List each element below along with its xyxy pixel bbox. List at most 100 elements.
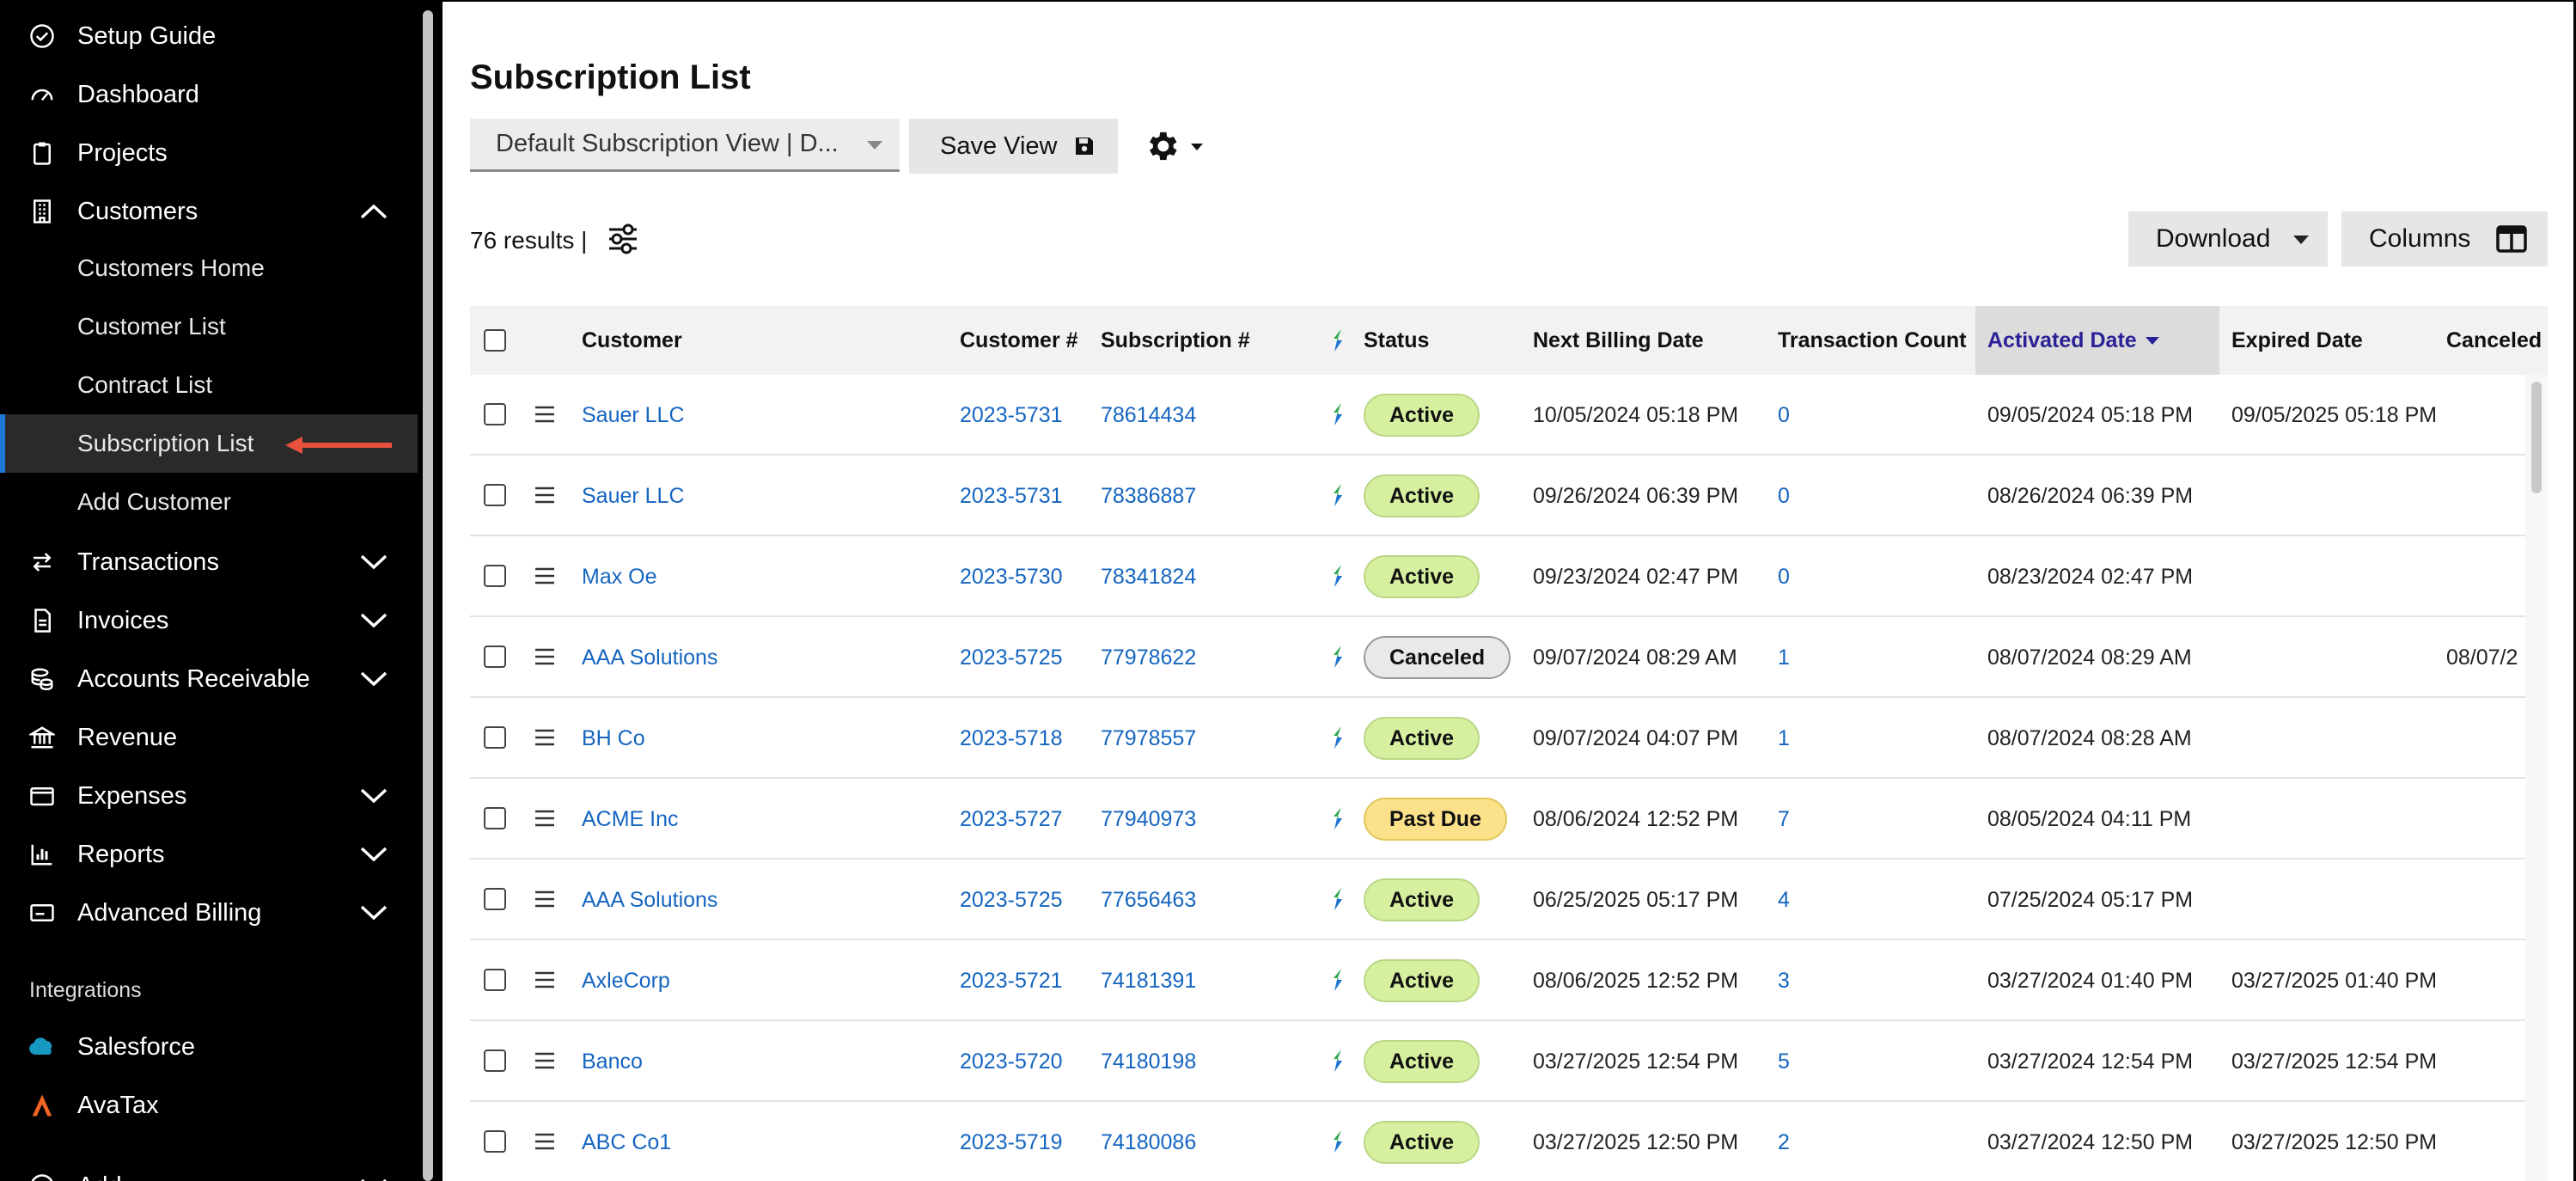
download-button[interactable]: Download: [2128, 211, 2328, 266]
row-menu-icon[interactable]: [534, 1132, 556, 1151]
row-menu-icon[interactable]: [534, 486, 556, 505]
transaction-count-link[interactable]: 0: [1778, 375, 1790, 456]
customer-number-link[interactable]: 2023-5727: [960, 779, 1063, 860]
columns-button[interactable]: Columns: [2341, 211, 2548, 266]
header-status[interactable]: Status: [1364, 306, 1429, 375]
sidebar-subitem-customer-list[interactable]: Customer List: [0, 297, 418, 356]
customer-number-link[interactable]: 2023-5720: [960, 1021, 1063, 1102]
sidebar-item-dashboard[interactable]: Dashboard: [0, 65, 418, 124]
row-menu-icon[interactable]: [534, 566, 556, 585]
sidebar-item-expenses[interactable]: Expenses: [0, 767, 418, 825]
sidebar-item-invoices[interactable]: Invoices: [0, 591, 418, 650]
table-row[interactable]: Banco 2023-5720 74180198 Active 03/27/20…: [470, 1021, 2548, 1102]
row-checkbox[interactable]: [484, 888, 506, 910]
subscription-number-link[interactable]: 74181391: [1101, 940, 1196, 1021]
transaction-count-link[interactable]: 7: [1778, 779, 1790, 860]
row-menu-icon[interactable]: [534, 405, 556, 424]
customer-link[interactable]: AxleCorp: [582, 940, 670, 1021]
table-row[interactable]: AxleCorp 2023-5721 74181391 Active 08/06…: [470, 940, 2548, 1021]
chevron-up-icon[interactable]: [359, 203, 388, 220]
table-row[interactable]: ACME Inc 2023-5727 77940973 Past Due 08/…: [470, 779, 2548, 860]
subscription-number-link[interactable]: 74180086: [1101, 1102, 1196, 1181]
header-expired-date[interactable]: Expired Date: [2231, 306, 2363, 375]
row-menu-icon[interactable]: [534, 970, 556, 989]
subscription-number-link[interactable]: 78341824: [1101, 536, 1196, 617]
sidebar-integration-salesforce[interactable]: Salesforce: [0, 1018, 418, 1076]
transaction-count-link[interactable]: 1: [1778, 698, 1790, 779]
row-checkbox[interactable]: [484, 403, 506, 425]
chevron-down-icon[interactable]: [359, 904, 388, 921]
customer-number-link[interactable]: 2023-5725: [960, 617, 1063, 698]
header-activated-date[interactable]: Activated Date: [1975, 306, 2219, 375]
settings-dropdown[interactable]: [1143, 127, 1212, 167]
table-scroll-thumb[interactable]: [2531, 382, 2542, 493]
sidebar-item-accounts-receivable[interactable]: Accounts Receivable: [0, 650, 418, 708]
sidebar-item-add[interactable]: Add: [0, 1157, 418, 1181]
select-all-checkbox[interactable]: [484, 329, 506, 352]
table-row[interactable]: AAA Solutions 2023-5725 77978622 Cancele…: [470, 617, 2548, 698]
row-checkbox[interactable]: [484, 1130, 506, 1153]
sidebar-scrollbar[interactable]: [423, 10, 433, 1181]
transaction-count-link[interactable]: 0: [1778, 456, 1790, 536]
transaction-count-link[interactable]: 2: [1778, 1102, 1790, 1181]
sidebar-item-projects[interactable]: Projects: [0, 124, 418, 182]
table-row[interactable]: Sauer LLC 2023-5731 78386887 Active 09/2…: [470, 456, 2548, 536]
row-checkbox[interactable]: [484, 1049, 506, 1072]
sidebar-integration-avatax[interactable]: AvaTax: [0, 1076, 418, 1135]
header-transaction-count[interactable]: Transaction Count: [1778, 306, 1966, 375]
customer-link[interactable]: Banco: [582, 1021, 643, 1102]
view-select[interactable]: Default Subscription View | D...: [470, 119, 900, 172]
row-menu-icon[interactable]: [534, 809, 556, 828]
chevron-down-icon[interactable]: [359, 670, 388, 688]
subscription-number-link[interactable]: 74180198: [1101, 1021, 1196, 1102]
transaction-count-link[interactable]: 1: [1778, 617, 1790, 698]
customer-link[interactable]: BH Co: [582, 698, 645, 779]
filter-sliders-icon[interactable]: [606, 223, 640, 254]
sidebar-item-revenue[interactable]: Revenue: [0, 708, 418, 767]
sidebar-item-customers[interactable]: Customers: [0, 182, 418, 241]
customer-number-link[interactable]: 2023-5719: [960, 1102, 1063, 1181]
customer-number-link[interactable]: 2023-5731: [960, 375, 1063, 456]
header-customer[interactable]: Customer: [582, 306, 682, 375]
customer-link[interactable]: ABC Co1: [582, 1102, 671, 1181]
customer-link[interactable]: ACME Inc: [582, 779, 679, 860]
chevron-down-icon[interactable]: [359, 612, 388, 629]
subscription-number-link[interactable]: 77978622: [1101, 617, 1196, 698]
customer-link[interactable]: Sauer LLC: [582, 375, 685, 456]
chevron-down-icon[interactable]: [359, 787, 388, 805]
table-row[interactable]: ABC Co1 2023-5719 74180086 Active 03/27/…: [470, 1102, 2548, 1181]
subscription-number-link[interactable]: 77656463: [1101, 860, 1196, 940]
row-checkbox[interactable]: [484, 484, 506, 506]
header-subscription-number[interactable]: Subscription #: [1101, 306, 1250, 375]
customer-link[interactable]: AAA Solutions: [582, 860, 717, 940]
row-checkbox[interactable]: [484, 646, 506, 668]
customer-link[interactable]: AAA Solutions: [582, 617, 717, 698]
sidebar-subitem-add-customer[interactable]: Add Customer: [0, 473, 418, 531]
table-row[interactable]: Max Oe 2023-5730 78341824 Active 09/23/2…: [470, 536, 2548, 617]
subscription-number-link[interactable]: 77978557: [1101, 698, 1196, 779]
sidebar-item-setup-guide[interactable]: Setup Guide: [0, 7, 418, 65]
customer-number-link[interactable]: 2023-5725: [960, 860, 1063, 940]
sidebar-subitem-customers-home[interactable]: Customers Home: [0, 239, 418, 297]
chevron-down-icon[interactable]: [359, 846, 388, 863]
table-scrollbar[interactable]: [2525, 375, 2548, 1181]
row-checkbox[interactable]: [484, 969, 506, 991]
table-row[interactable]: AAA Solutions 2023-5725 77656463 Active …: [470, 860, 2548, 940]
header-next-billing-date[interactable]: Next Billing Date: [1533, 306, 1704, 375]
row-checkbox[interactable]: [484, 565, 506, 587]
customer-number-link[interactable]: 2023-5730: [960, 536, 1063, 617]
chevron-down-icon[interactable]: [359, 554, 388, 571]
row-menu-icon[interactable]: [534, 728, 556, 747]
customer-link[interactable]: Max Oe: [582, 536, 657, 617]
row-menu-icon[interactable]: [534, 890, 556, 909]
subscription-number-link[interactable]: 78386887: [1101, 456, 1196, 536]
row-menu-icon[interactable]: [534, 1051, 556, 1070]
customer-number-link[interactable]: 2023-5721: [960, 940, 1063, 1021]
table-row[interactable]: BH Co 2023-5718 77978557 Active 09/07/20…: [470, 698, 2548, 779]
chevron-down-icon[interactable]: [359, 1178, 388, 1181]
row-menu-icon[interactable]: [534, 647, 556, 666]
transaction-count-link[interactable]: 3: [1778, 940, 1790, 1021]
transaction-count-link[interactable]: 4: [1778, 860, 1790, 940]
save-view-button[interactable]: Save View: [909, 119, 1118, 174]
transaction-count-link[interactable]: 5: [1778, 1021, 1790, 1102]
